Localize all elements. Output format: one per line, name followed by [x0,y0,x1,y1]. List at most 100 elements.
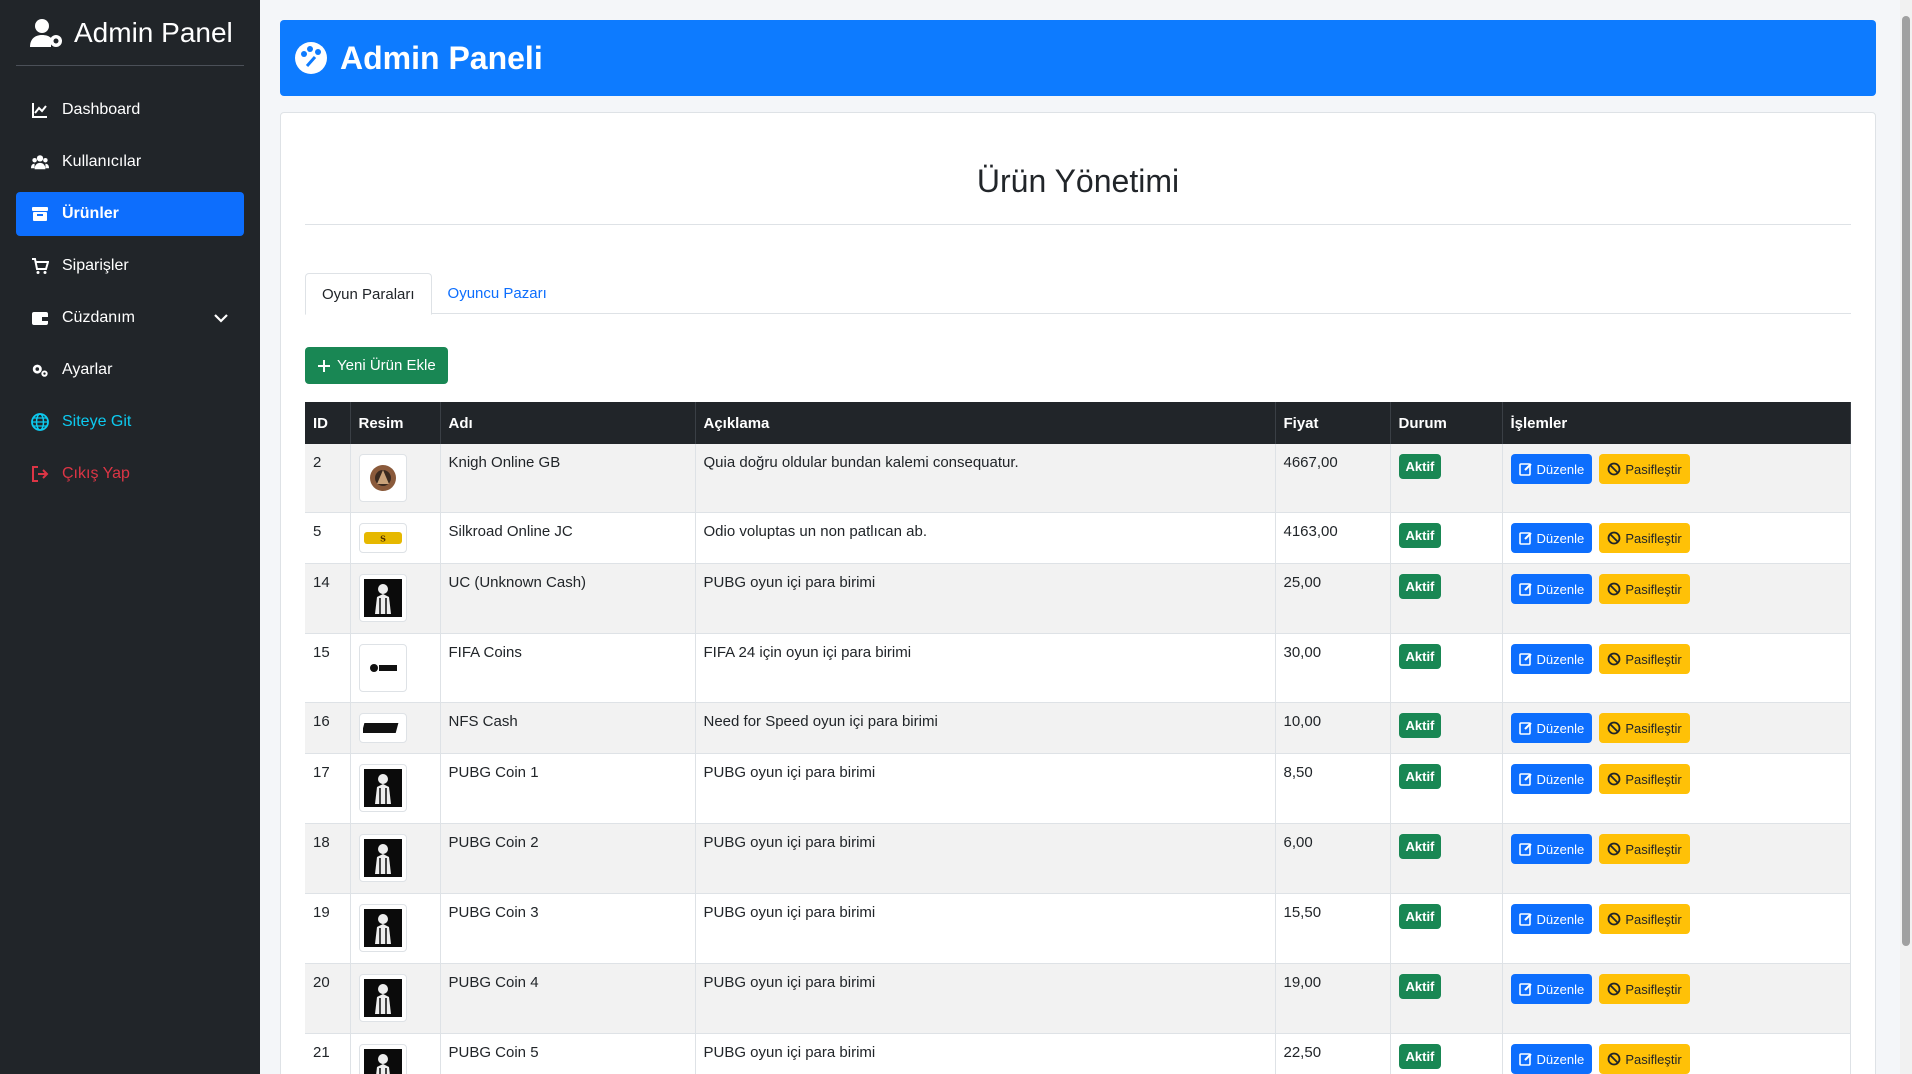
disable-button[interactable]: Pasifleştir [1599,1044,1690,1074]
pubg-logo [358,574,407,622]
edit-label: Düzenle [1536,771,1585,787]
cell-image [350,702,441,754]
ban-icon [1607,912,1621,926]
cell-description: PUBG oyun içi para birimi [695,893,1276,964]
cell-name: Knigh Online GB [440,444,696,513]
sidebar-item-wallet[interactable]: Cüzdanım [16,296,244,340]
palette-icon [295,42,327,74]
cell-price: 4667,00 [1275,444,1391,513]
edit-button[interactable]: Düzenle [1510,454,1593,484]
table-row: 20 PUBG Coin 4 PUBG oyun içi para birimi… [305,963,1851,1034]
cell-description: PUBG oyun içi para birimi [695,963,1276,1034]
disable-label: Pasifleştir [1625,841,1682,857]
cell-name: Silkroad Online JC [440,512,696,564]
disable-button[interactable]: Pasifleştir [1599,713,1690,743]
cell-image [350,893,441,964]
edit-label: Düzenle [1536,461,1585,477]
status-badge: Aktif [1398,834,1442,859]
box-icon [30,205,50,223]
cell-name: PUBG Coin 5 [440,1033,696,1074]
cell-price: 30,00 [1275,633,1391,703]
disable-label: Pasifleştir [1625,981,1682,997]
brand: Admin Panel [16,0,244,66]
cell-name: UC (Unknown Cash) [440,563,696,634]
cell-image [350,823,441,894]
disable-label: Pasifleştir [1625,1051,1682,1067]
disable-button[interactable]: Pasifleştir [1599,574,1690,604]
disable-button[interactable]: Pasifleştir [1599,974,1690,1004]
edit-button[interactable]: Düzenle [1510,974,1593,1004]
sidebar-item-logout[interactable]: Çıkış Yap [16,452,244,496]
disable-label: Pasifleştir [1625,771,1682,787]
cell-actions: Düzenle Pasifleştir [1502,823,1851,894]
sidebar-item-label: Kullanıcılar [62,153,142,170]
disable-label: Pasifleştir [1625,720,1682,736]
cell-id: 16 [305,702,351,754]
cell-status: Aktif [1390,444,1503,513]
edit-button[interactable]: Düzenle [1510,523,1593,553]
edit-button[interactable]: Düzenle [1510,1044,1593,1074]
pubg-logo [358,904,407,952]
cell-description: PUBG oyun içi para birimi [695,753,1276,824]
cell-price: 19,00 [1275,963,1391,1034]
edit-icon [1518,722,1532,735]
sidebar: Admin Panel Dashboard Kullanıcılar Ürünl… [0,0,260,1074]
edit-label: Düzenle [1536,651,1585,667]
edit-button[interactable]: Düzenle [1510,713,1593,743]
cell-description: PUBG oyun içi para birimi [695,823,1276,894]
gears-icon [30,361,50,379]
cell-name: NFS Cash [440,702,696,754]
disable-button[interactable]: Pasifleştir [1599,644,1690,674]
table-row: 19 PUBG Coin 3 PUBG oyun içi para birimi… [305,893,1851,964]
edit-button[interactable]: Düzenle [1510,904,1593,934]
plus-icon [318,359,330,372]
products-card: Ürün Yönetimi Oyun Paraları Oyuncu Pazar… [280,112,1876,1074]
table-row: 15 FIFA Coins FIFA 24 için oyun içi para… [305,633,1851,703]
tab-game-currencies[interactable]: Oyun Paraları [305,273,432,315]
scrollbar-thumb[interactable] [1902,16,1910,946]
cell-actions: Düzenle Pasifleştir [1502,753,1851,824]
sidebar-item-products[interactable]: Ürünler [16,192,244,236]
table-row: 2 Knigh Online GB Quia doğru oldular bun… [305,444,1851,513]
sidebar-item-orders[interactable]: Siparişler [16,244,244,288]
col-header-image: Resim [350,402,441,444]
disable-button[interactable]: Pasifleştir [1599,523,1690,553]
chart-line-icon [30,101,50,119]
scrollbar-track[interactable] [1900,0,1912,1074]
table-header-row: ID Resim Adı Açıklama Fiyat Durum İşleml… [305,402,1851,444]
edit-button[interactable]: Düzenle [1510,764,1593,794]
cell-status: Aktif [1390,633,1503,703]
disable-button[interactable]: Pasifleştir [1599,764,1690,794]
sidebar-item-visit-site[interactable]: Siteye Git [16,400,244,444]
edit-button[interactable]: Düzenle [1510,834,1593,864]
disable-button[interactable]: Pasifleştir [1599,834,1690,864]
sidebar-item-label: Çıkış Yap [62,465,130,482]
status-badge: Aktif [1398,1044,1442,1069]
cell-actions: Düzenle Pasifleştir [1502,702,1851,754]
cell-status: Aktif [1390,963,1503,1034]
cell-status: Aktif [1390,823,1503,894]
sidebar-item-settings[interactable]: Ayarlar [16,348,244,392]
page-title: Ürün Yönetimi [305,113,1851,225]
edit-label: Düzenle [1536,911,1585,927]
edit-button[interactable]: Düzenle [1510,644,1593,674]
cell-name: PUBG Coin 1 [440,753,696,824]
nfs-logo [358,713,407,743]
knight-logo [358,454,407,502]
edit-button[interactable]: Düzenle [1510,574,1593,604]
user-gear-icon [30,18,62,47]
page-header: Admin Paneli [280,20,1876,96]
cell-price: 22,50 [1275,1033,1391,1074]
tab-player-market[interactable]: Oyuncu Pazarı [432,273,563,314]
sidebar-item-users[interactable]: Kullanıcılar [16,140,244,184]
add-product-button[interactable]: Yeni Ürün Ekle [305,347,448,384]
cell-image: S [350,512,441,564]
cell-actions: Düzenle Pasifleştir [1502,444,1851,513]
disable-button[interactable]: Pasifleştir [1599,904,1690,934]
cell-status: Aktif [1390,702,1503,754]
sidebar-item-dashboard[interactable]: Dashboard [16,88,244,132]
cell-actions: Düzenle Pasifleştir [1502,563,1851,634]
table-body: 2 Knigh Online GB Quia doğru oldular bun… [305,444,1851,1074]
disable-button[interactable]: Pasifleştir [1599,454,1690,484]
chevron-down-icon[interactable] [212,309,230,327]
